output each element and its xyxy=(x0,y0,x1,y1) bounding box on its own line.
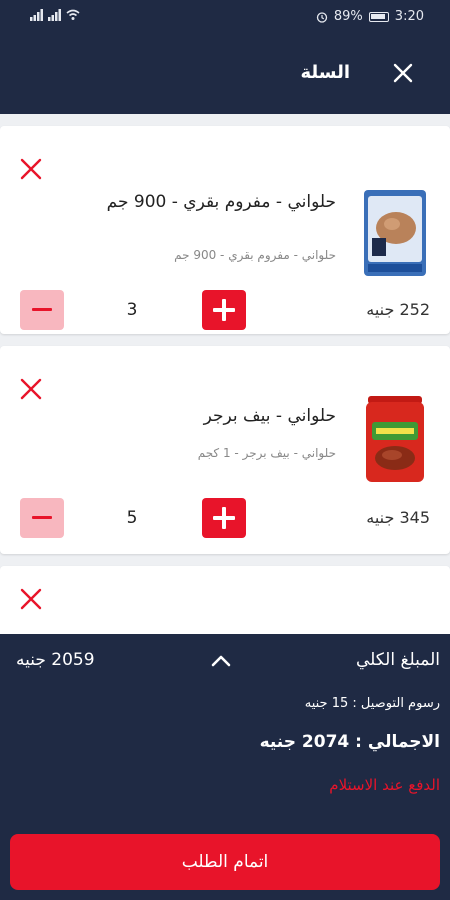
status-time: 3:20 xyxy=(394,9,424,24)
product-price: 345 جنيه xyxy=(366,508,430,527)
remove-item-icon[interactable] xyxy=(18,376,44,402)
increase-quantity-button[interactable] xyxy=(202,290,246,330)
close-icon[interactable] xyxy=(388,58,418,88)
status-icons-right: 89% 3:20 xyxy=(316,9,424,24)
quantity-value: 5 xyxy=(126,508,138,528)
increase-quantity-button[interactable] xyxy=(202,498,246,538)
product-subtitle: حلواني - بيف برجر - 1 كجم xyxy=(197,446,336,460)
cart-item xyxy=(0,566,450,634)
product-price: 252 جنيه xyxy=(366,300,430,319)
battery-percent: 89% xyxy=(333,9,363,24)
checkout-button[interactable]: اتمام الطلب xyxy=(10,834,440,890)
page-title: السلة xyxy=(300,62,350,83)
signal-icon-2 xyxy=(48,9,61,21)
quantity-value: 3 xyxy=(126,300,138,320)
order-summary: المبلغ الكلي 2059 جنيه رسوم التوصيل : 15… xyxy=(0,634,450,900)
status-icons-left xyxy=(30,9,80,21)
grand-total: الاجمالي : 2074 جنيه xyxy=(259,732,440,752)
product-name: حلواني - مفروم بقري - 900 جم xyxy=(106,192,336,212)
product-image xyxy=(366,396,424,482)
subtotal-value: 2059 جنيه xyxy=(16,650,95,670)
status-bar: 89% 3:20 xyxy=(0,0,450,34)
app-bar: السلة xyxy=(0,34,450,114)
decrease-quantity-button[interactable] xyxy=(20,290,64,330)
cart-item: حلواني - بيف برجر حلواني - بيف برجر - 1 … xyxy=(0,346,450,554)
alarm-icon xyxy=(316,11,328,23)
decrease-quantity-button[interactable] xyxy=(20,498,64,538)
wifi-icon xyxy=(66,9,80,20)
remove-item-icon[interactable] xyxy=(18,586,44,612)
signal-icon xyxy=(30,9,43,21)
product-name: حلواني - بيف برجر xyxy=(203,406,336,426)
chevron-up-icon[interactable] xyxy=(210,654,232,668)
payment-method: الدفع عند الاستلام xyxy=(329,776,440,794)
remove-item-icon[interactable] xyxy=(18,156,44,182)
subtotal-label: المبلغ الكلي xyxy=(355,650,440,670)
cart-item: حلواني - مفروم بقري - 900 جم حلواني - مف… xyxy=(0,126,450,334)
delivery-fee: رسوم التوصيل : 15 جنيه xyxy=(304,696,440,711)
product-image xyxy=(364,190,426,276)
product-subtitle: حلواني - مفروم بقري - 900 جم xyxy=(174,248,336,262)
battery-icon xyxy=(368,11,389,22)
cart-list[interactable]: حلواني - مفروم بقري - 900 جم حلواني - مف… xyxy=(0,114,450,634)
